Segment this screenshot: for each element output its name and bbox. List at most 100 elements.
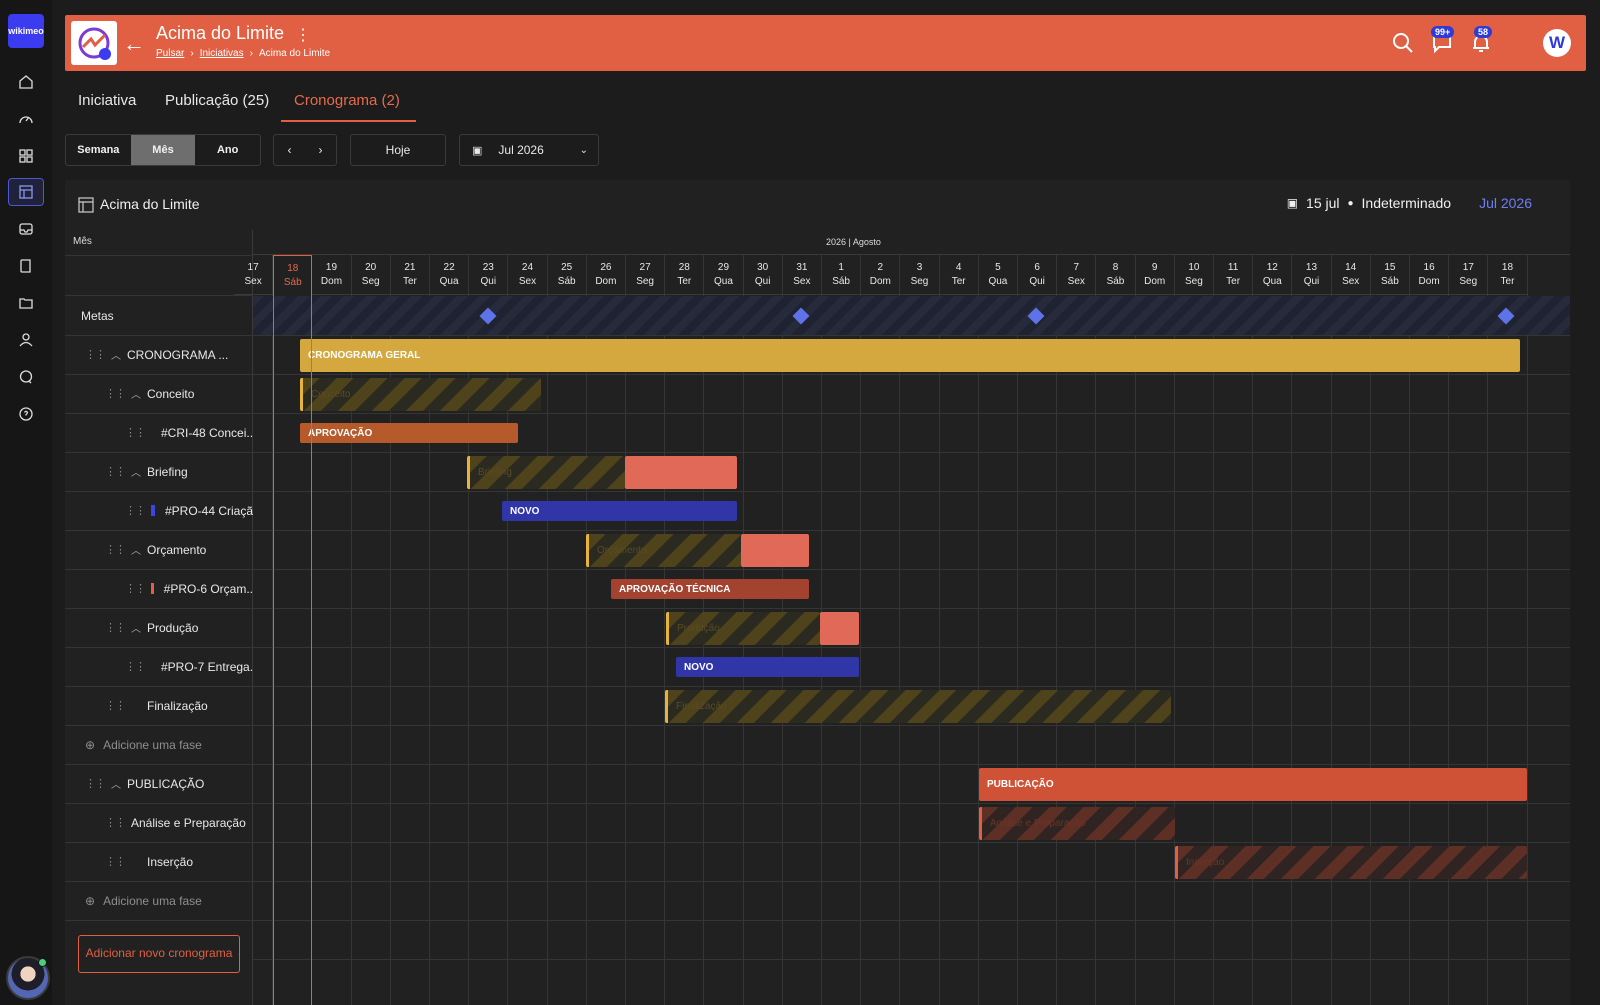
add-phase-button[interactable]: ⊕ Adicione uma fase — [65, 725, 253, 765]
breadcrumb-pulsar[interactable]: Pulsar — [156, 48, 184, 59]
tab-iniciativa[interactable]: Iniciativa — [78, 92, 136, 109]
bar-producao[interactable]: Produção — [666, 612, 820, 645]
day-column-header: 27 Seg — [626, 255, 666, 295]
chevron-up-icon[interactable]: ︿ — [131, 464, 141, 479]
grid-vline — [664, 295, 666, 1005]
bar-briefing[interactable]: Briefing — [467, 456, 625, 489]
bar-orcamento[interactable]: Orçamento — [586, 534, 741, 567]
add-phase-button[interactable]: ⊕ Adicione uma fase — [65, 881, 253, 921]
grid-vline — [1017, 295, 1018, 1005]
drag-handle-icon[interactable]: ⋮⋮ — [105, 543, 126, 556]
user-icon[interactable] — [8, 326, 44, 354]
breadcrumb-current: Acima do Limite — [258, 48, 331, 59]
bar-aprovacao-tecnica[interactable]: APROVAÇÃO TÉCNICA — [611, 579, 809, 599]
bar-analise[interactable]: Análise e Preparação — [979, 807, 1175, 840]
chevron-up-icon[interactable]: ︿ — [131, 386, 141, 401]
row-analise[interactable]: ⋮⋮ Análise e Preparação — [65, 803, 253, 843]
drag-handle-icon[interactable]: ⋮⋮ — [125, 426, 146, 439]
row-cri-48[interactable]: ⋮⋮ #CRI-48 Concei.. — [65, 413, 253, 453]
drag-handle-icon[interactable]: ⋮⋮ — [125, 660, 146, 673]
day-weekday: Sáb — [557, 276, 576, 287]
day-weekday: Qui — [1029, 276, 1045, 287]
view-switcher: Semana Mês Ano — [65, 134, 261, 166]
day-weekday: Ter — [1226, 276, 1241, 287]
row-insercao[interactable]: ⋮⋮ Inserção — [65, 842, 253, 882]
day-number: 26 — [600, 262, 612, 273]
date-select[interactable]: ▣ Jul 2026 ⌄ — [459, 134, 599, 166]
grid-vline — [625, 295, 626, 1005]
help-icon[interactable] — [8, 400, 44, 428]
calendar-icon: ▣ — [472, 144, 483, 157]
row-finalizacao[interactable]: ⋮⋮ Finalização — [65, 686, 253, 726]
back-arrow-icon[interactable]: ← — [123, 31, 145, 57]
row-cronograma[interactable]: ⋮⋮ ︿ CRONOGRAMA ... — [65, 335, 253, 375]
bar-conceito[interactable]: Conceito — [300, 378, 541, 411]
chevron-up-icon[interactable]: ︿ — [111, 776, 121, 791]
tab-cronograma[interactable]: Cronograma (2) — [294, 92, 400, 109]
bar-publicacao[interactable]: PUBLICAÇÃO — [979, 768, 1527, 801]
day-weekday: Qui — [1303, 276, 1320, 287]
schedule-table-icon — [78, 197, 94, 218]
grid-vline — [1409, 295, 1410, 1005]
day-weekday: Sex — [793, 276, 811, 287]
day-column-header: 29 Qua — [704, 255, 744, 295]
bar-novo-pro-44[interactable]: NOVO — [502, 501, 737, 521]
row-pro-44[interactable]: ⋮⋮ #PRO-44 Criaçã — [65, 491, 253, 531]
row-orcamento[interactable]: ⋮⋮ ︿ Orçamento — [65, 530, 253, 570]
chevron-down-icon: ⌄ — [579, 144, 588, 156]
previous-period-icon[interactable]: ‹ — [288, 143, 292, 157]
grid-hline — [253, 413, 1570, 414]
wikimeo-logo[interactable]: wikimeo — [8, 14, 44, 48]
chevron-up-icon[interactable]: ︿ — [111, 347, 121, 362]
view-ano-button[interactable]: Ano — [195, 135, 260, 165]
today-button[interactable]: Hoje — [350, 134, 446, 166]
tab-publicacao[interactable]: Publicação (25) — [165, 92, 269, 109]
schedule-icon[interactable] — [8, 178, 44, 206]
next-period-icon[interactable]: › — [319, 143, 323, 157]
bar-novo-pro-7[interactable]: NOVO — [676, 657, 859, 677]
panel-month[interactable]: Jul 2026 — [1479, 195, 1532, 211]
drag-handle-icon[interactable]: ⋮⋮ — [85, 348, 106, 361]
row-pro-7[interactable]: ⋮⋮ #PRO-7 Entrega.. — [65, 647, 253, 687]
apps-icon[interactable] — [8, 142, 44, 170]
bar-finalizacao[interactable]: Finalização — [665, 690, 1171, 723]
grid-hline — [253, 491, 1570, 492]
folder-icon[interactable] — [8, 289, 44, 317]
search-icon[interactable] — [1391, 31, 1415, 55]
home-icon[interactable] — [8, 68, 44, 96]
drag-handle-icon[interactable]: ⋮⋮ — [105, 855, 126, 868]
drag-handle-icon[interactable]: ⋮⋮ — [105, 816, 126, 829]
bar-orcamento-overdue[interactable] — [741, 534, 809, 567]
bar-aprovacao[interactable]: APROVAÇÃO — [300, 423, 518, 443]
bar-briefing-overdue[interactable] — [625, 456, 737, 489]
drag-handle-icon[interactable]: ⋮⋮ — [105, 465, 126, 478]
grid-hline — [253, 803, 1570, 804]
inbox-icon[interactable] — [8, 215, 44, 243]
bar-insercao[interactable]: Inserção — [1175, 846, 1527, 879]
row-pro-6[interactable]: ⋮⋮ #PRO-6 Orçam.. — [65, 569, 253, 609]
chat-icon[interactable] — [8, 363, 44, 391]
chevron-up-icon[interactable]: ︿ — [131, 542, 141, 557]
breadcrumb-iniciativas[interactable]: Iniciativas — [200, 48, 244, 59]
drag-handle-icon[interactable]: ⋮⋮ — [125, 582, 146, 595]
row-conceito[interactable]: ⋮⋮ ︿ Conceito — [65, 374, 253, 414]
book-icon[interactable] — [8, 252, 44, 280]
chevron-up-icon[interactable]: ︿ — [131, 620, 141, 635]
row-producao[interactable]: ⋮⋮ ︿ Produção — [65, 608, 253, 648]
dashboard-icon[interactable] — [8, 105, 44, 133]
drag-handle-icon[interactable]: ⋮⋮ — [105, 699, 126, 712]
drag-handle-icon[interactable]: ⋮⋮ — [105, 387, 126, 400]
grid-hline — [253, 842, 1570, 843]
add-schedule-button[interactable]: Adicionar novo cronograma — [78, 935, 240, 973]
view-mes-button[interactable]: Mês — [130, 135, 196, 165]
view-semana-button[interactable]: Semana — [66, 135, 131, 165]
more-options-icon[interactable]: ⋮ — [295, 25, 311, 45]
row-briefing[interactable]: ⋮⋮ ︿ Briefing — [65, 452, 253, 492]
bar-cronograma-geral[interactable]: CRONOGRAMA GERAL — [300, 339, 1520, 372]
workspace-avatar[interactable]: W — [1543, 29, 1571, 57]
drag-handle-icon[interactable]: ⋮⋮ — [105, 621, 126, 634]
drag-handle-icon[interactable]: ⋮⋮ — [125, 504, 146, 517]
bar-producao-overdue[interactable] — [820, 612, 859, 645]
row-publicacao[interactable]: ⋮⋮ ︿ PUBLICAÇÃO — [65, 764, 253, 804]
drag-handle-icon[interactable]: ⋮⋮ — [85, 777, 106, 790]
